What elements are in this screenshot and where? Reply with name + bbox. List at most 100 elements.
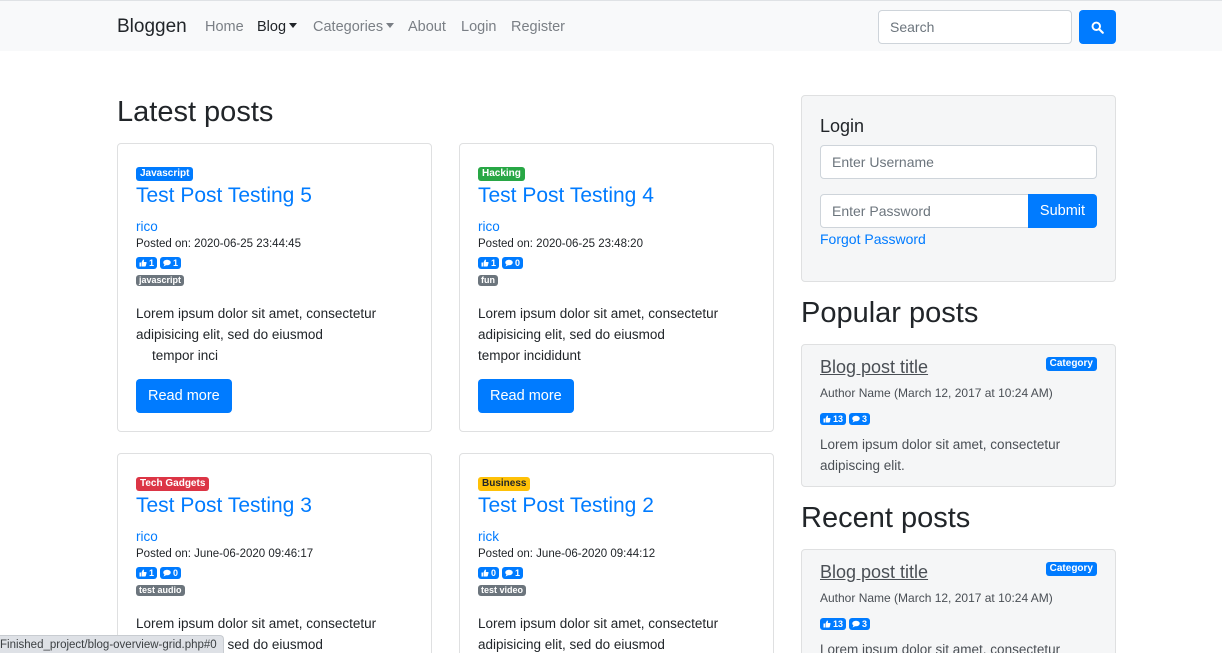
recent-post-title[interactable]: Blog post title: [820, 562, 928, 583]
tag-badge[interactable]: test video: [478, 585, 527, 596]
comments-badge: 1: [502, 567, 524, 579]
likes-badge: 1: [478, 257, 500, 269]
comments-badge: 0: [502, 257, 524, 269]
popular-category-badge[interactable]: Category: [1045, 357, 1097, 371]
login-card: Login Submit Forgot Password: [801, 95, 1116, 282]
thumbs-up-icon: [481, 569, 489, 577]
latest-posts-heading: Latest posts: [117, 96, 274, 128]
likes-badge: 1: [136, 257, 158, 269]
post-date: Posted on: 2020-06-25 23:48:20: [478, 238, 643, 250]
comments-count: 1: [515, 568, 521, 578]
post-author-link[interactable]: rico: [478, 219, 500, 234]
popular-post-card: Blog post title Category Author Name (Ma…: [801, 344, 1116, 487]
comment-icon: [505, 569, 513, 577]
post-author-link[interactable]: rick: [478, 529, 499, 544]
comment-icon: [852, 620, 860, 628]
popular-excerpt-line: adipiscing elit.: [820, 458, 905, 473]
nav-blog[interactable]: Blog: [257, 19, 298, 35]
likes-count: 13: [833, 414, 844, 424]
read-more-button[interactable]: Read more: [478, 379, 574, 413]
likes-badge: 13: [820, 413, 847, 425]
post-card: Hacking Test Post Testing 4 rico Posted …: [459, 143, 774, 432]
post-counts: 1 1: [136, 257, 182, 269]
category-badge[interactable]: Business: [478, 477, 531, 491]
forgot-password-link[interactable]: Forgot Password: [820, 231, 926, 247]
nav-categories[interactable]: Categories: [313, 19, 395, 35]
post-title-link[interactable]: Test Post Testing 3: [136, 494, 312, 518]
recent-post-excerpt: Lorem ipsum dolor sit amet, consectetur: [820, 639, 1100, 653]
popular-excerpt-line: Lorem ipsum dolor sit amet, consectetur: [820, 437, 1061, 452]
recent-posts-heading: Recent posts: [801, 502, 971, 534]
popular-posts-heading: Popular posts: [801, 297, 979, 329]
recent-category-badge[interactable]: Category: [1045, 562, 1097, 576]
post-excerpt-line: Lorem ipsum dolor sit amet, consectetur: [136, 616, 377, 631]
post-excerpt: Lorem ipsum dolor sit amet, consectetur …: [478, 613, 768, 653]
comments-count: 0: [173, 568, 179, 578]
likes-count: 1: [149, 568, 155, 578]
post-excerpt-line: adipisicing elit, sed do eiusmod: [478, 637, 665, 652]
nav-home[interactable]: Home: [205, 19, 244, 35]
post-author-link[interactable]: rico: [136, 529, 158, 544]
comments-count: 1: [173, 258, 179, 268]
post-excerpt: Lorem ipsum dolor sit amet, consectetur …: [478, 303, 768, 366]
thumbs-up-icon: [823, 620, 831, 628]
popular-post-excerpt: Lorem ipsum dolor sit amet, consectetur …: [820, 434, 1100, 476]
comments-badge: 1: [160, 257, 182, 269]
likes-badge: 0: [478, 567, 500, 579]
post-excerpt-line: Lorem ipsum dolor sit amet, consectetur: [478, 306, 719, 321]
recent-post-card: Blog post title Category Author Name (Ma…: [801, 549, 1116, 653]
comments-badge: 3: [849, 413, 871, 425]
login-title: Login: [820, 116, 865, 136]
category-badge[interactable]: Javascript: [136, 167, 194, 181]
post-excerpt-line: adipisicing elit, sed do eiusmod: [136, 327, 323, 342]
post-title-link[interactable]: Test Post Testing 4: [478, 184, 654, 208]
browser-status-bar: Finished_project/blog-overview-grid.php#…: [0, 635, 224, 653]
comments-count: 0: [515, 258, 521, 268]
nav-blog-label: Blog: [257, 19, 287, 35]
category-badge[interactable]: Hacking: [478, 167, 525, 181]
tag-badge[interactable]: test audio: [136, 585, 185, 596]
search-button[interactable]: [1079, 10, 1116, 44]
category-badge[interactable]: Tech Gadgets: [136, 477, 210, 491]
brand-logo[interactable]: Bloggen: [117, 16, 187, 38]
tag-badge[interactable]: fun: [478, 275, 498, 286]
nav-about[interactable]: About: [408, 19, 446, 35]
comment-icon: [163, 569, 171, 577]
likes-badge: 13: [820, 618, 847, 630]
submit-button[interactable]: Submit: [1028, 194, 1097, 228]
search-input[interactable]: [878, 10, 1072, 44]
popular-post-title[interactable]: Blog post title: [820, 357, 928, 378]
post-excerpt-line: tempor incididunt: [478, 348, 581, 363]
read-more-button[interactable]: Read more: [136, 379, 232, 413]
nav-categories-label: Categories: [313, 19, 384, 35]
popular-post-author: Author Name (March 12, 2017 at 10:24 AM): [820, 386, 1053, 400]
post-card: Javascript Test Post Testing 5 rico Post…: [117, 143, 432, 432]
recent-post-counts: 13 3: [820, 618, 871, 630]
nav-register[interactable]: Register: [511, 19, 565, 35]
nav-login[interactable]: Login: [461, 19, 496, 35]
password-field[interactable]: [820, 194, 1029, 228]
caret-down-icon: [289, 23, 298, 28]
post-excerpt-line: Lorem ipsum dolor sit amet, consectetur: [136, 306, 377, 321]
recent-post-author: Author Name (March 12, 2017 at 10:24 AM): [820, 591, 1053, 605]
post-date: Posted on: June-06-2020 09:46:17: [136, 548, 314, 560]
likes-badge: 1: [136, 567, 158, 579]
comments-badge: 3: [849, 618, 871, 630]
likes-count: 1: [149, 258, 155, 268]
tag-badge[interactable]: javascript: [136, 275, 185, 286]
comments-count: 3: [862, 414, 868, 424]
post-excerpt-line: tempor inci: [152, 348, 219, 363]
likes-count: 1: [491, 258, 497, 268]
search-icon: [1091, 21, 1104, 34]
username-field[interactable]: [820, 145, 1097, 179]
post-excerpt-line: adipisicing elit, sed do eiusmod: [478, 327, 665, 342]
post-counts: 0 1: [478, 567, 524, 579]
thumbs-up-icon: [139, 569, 147, 577]
post-title-link[interactable]: Test Post Testing 5: [136, 184, 312, 208]
post-excerpt-line: Lorem ipsum dolor sit amet, consectetur: [478, 616, 719, 631]
popular-post-counts: 13 3: [820, 413, 871, 425]
caret-down-icon: [386, 23, 395, 28]
post-card: Business Test Post Testing 2 rick Posted…: [459, 453, 774, 653]
post-author-link[interactable]: rico: [136, 219, 158, 234]
post-title-link[interactable]: Test Post Testing 2: [478, 494, 654, 518]
